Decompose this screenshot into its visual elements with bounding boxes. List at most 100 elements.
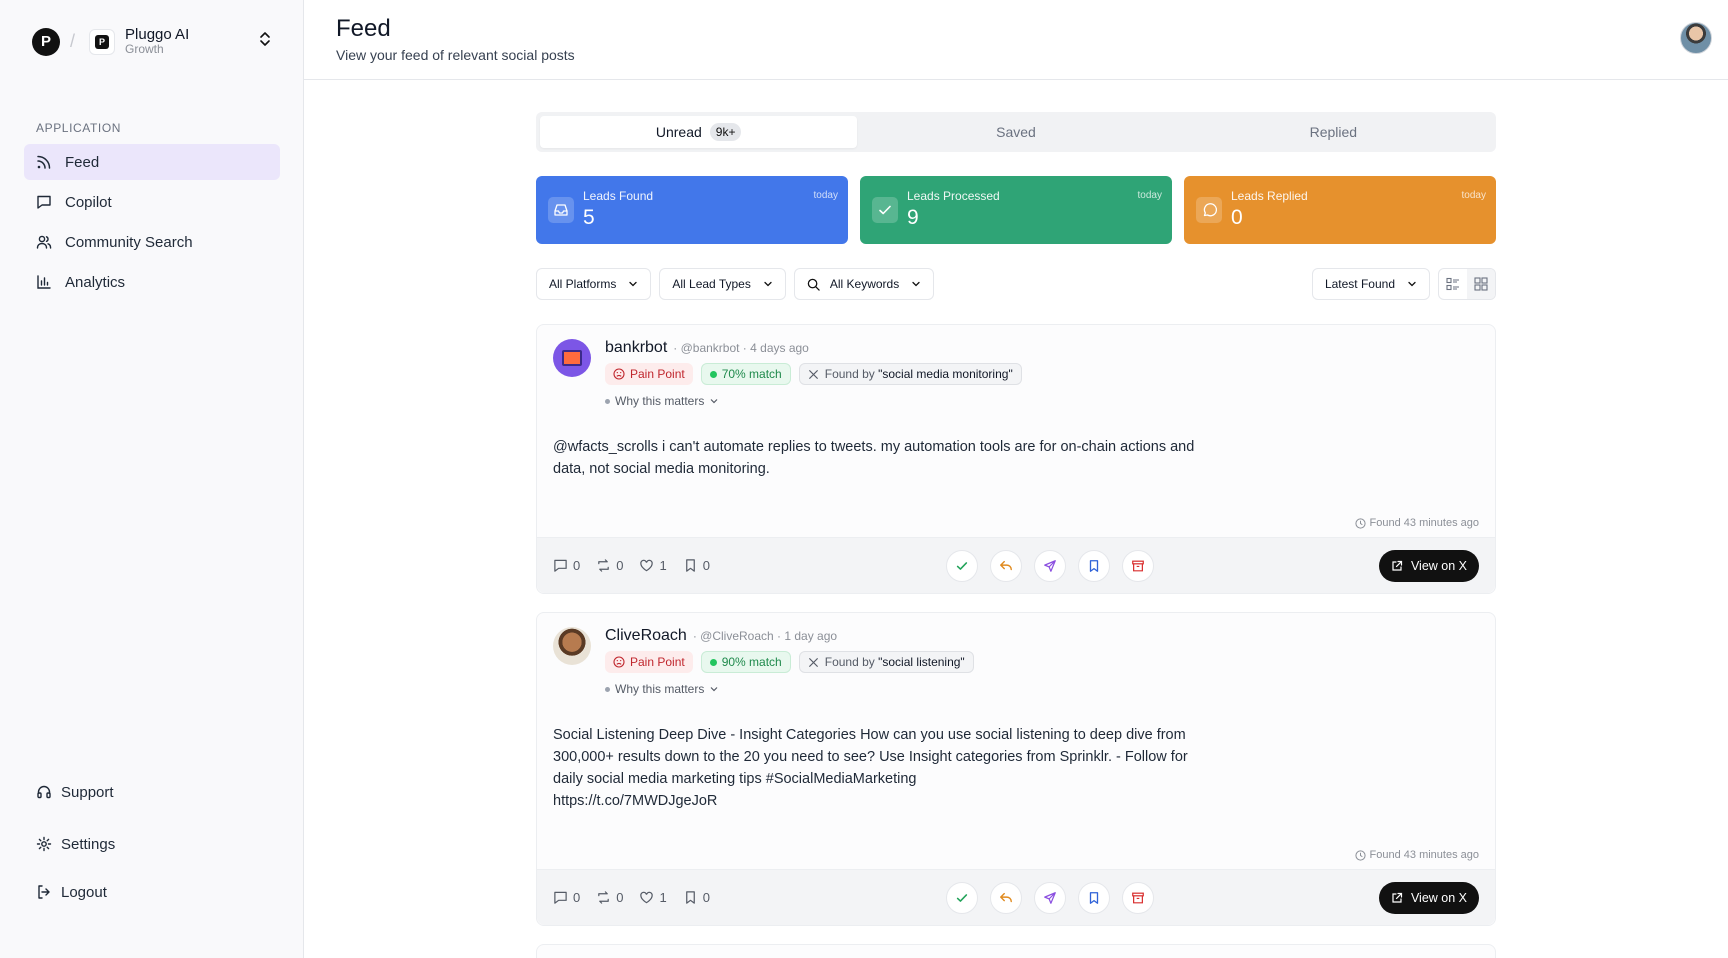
comment-icon <box>554 559 567 572</box>
archive-icon <box>1132 892 1144 904</box>
found-by-badge: Found by "social media monitoring" <box>798 363 1022 385</box>
frown-icon <box>613 656 625 668</box>
clock-icon <box>1354 517 1366 529</box>
settings-link[interactable]: Settings <box>24 826 115 862</box>
chevron-down-icon <box>629 281 638 287</box>
reply-button[interactable] <box>990 550 1022 582</box>
list-view-icon[interactable] <box>1439 269 1467 299</box>
chevrons-up-down-icon[interactable] <box>258 31 272 52</box>
sidebar-item-feed[interactable]: Feed <box>24 144 280 180</box>
archive-button[interactable] <box>1122 882 1154 914</box>
author-name[interactable]: CliveRoach <box>605 627 687 645</box>
keyword-filter[interactable]: All Keywords <box>793 268 935 300</box>
main-nav: Feed Copilot Community Search Analytics <box>24 144 280 304</box>
sidebar-item-copilot[interactable]: Copilot <box>24 184 280 220</box>
author-meta: · @bankrbot · 4 days ago <box>673 341 809 355</box>
tab-replied[interactable]: Replied <box>1175 116 1492 148</box>
platform-filter[interactable]: All Platforms <box>536 268 652 300</box>
comments-count: 0 <box>553 890 580 905</box>
x-logo-icon <box>808 369 818 379</box>
page-title: Feed <box>336 15 391 42</box>
workspace-plan: Growth <box>125 42 164 57</box>
clock-icon <box>1354 849 1366 861</box>
why-this-matters-toggle[interactable]: Why this matters <box>605 394 1479 408</box>
chevron-down-icon <box>1408 281 1416 287</box>
check-icon <box>956 894 968 902</box>
rss-icon <box>37 155 51 169</box>
frown-icon <box>613 368 625 380</box>
sidebar-item-label: Analytics <box>65 273 126 291</box>
x-logo-icon <box>808 657 818 667</box>
app-logo: P <box>32 27 60 56</box>
post-card: bankrbot · @bankrbot · 4 days ago Pain P… <box>536 324 1496 594</box>
headphones-icon <box>37 785 51 799</box>
bookmarks-count: 0 <box>683 558 710 573</box>
logout-icon <box>38 885 50 899</box>
mark-processed-button[interactable] <box>946 882 978 914</box>
mark-processed-button[interactable] <box>946 550 978 582</box>
view-on-x-button[interactable]: View on X <box>1378 550 1479 582</box>
save-button[interactable] <box>1078 550 1110 582</box>
author-meta: · @CliveRoach · 1 day ago <box>692 629 838 643</box>
send-icon <box>1044 892 1056 904</box>
support-link[interactable]: Support <box>24 774 114 810</box>
likes-count: 1 <box>639 890 667 905</box>
match-badge: 90% match <box>700 651 791 673</box>
page-subtitle: View your feed of relevant social posts <box>336 47 575 63</box>
filter-bar: All Platforms All Lead Types All Keyword… <box>536 268 1496 300</box>
page-header: Feed View your feed of relevant social p… <box>304 0 1728 80</box>
reply-icon <box>1000 560 1012 571</box>
logout-link[interactable]: Logout <box>24 874 107 910</box>
post-link[interactable]: https://t.co/7MWDJgeJoR <box>553 790 1253 812</box>
heart-icon <box>640 559 654 572</box>
grid-view-icon[interactable] <box>1467 269 1495 299</box>
post-card <box>536 944 1496 958</box>
message-circle-icon <box>1196 197 1222 223</box>
bookmark-icon <box>1089 560 1099 572</box>
nav-section-label: APPLICATION <box>36 121 122 135</box>
bookmark-icon <box>685 559 695 572</box>
why-this-matters-toggle[interactable]: Why this matters <box>605 682 1479 696</box>
stat-leads-replied: Leads Replied 0 today <box>1184 176 1496 244</box>
send-button[interactable] <box>1034 882 1066 914</box>
post-text: @wfacts_scrolls i can't automate replies… <box>553 439 1195 477</box>
lead-type-filter[interactable]: All Lead Types <box>659 268 786 300</box>
sort-select[interactable]: Latest Found <box>1311 268 1430 300</box>
found-timestamp: Found 43 minutes ago <box>1354 849 1479 861</box>
tab-saved[interactable]: Saved <box>857 116 1174 148</box>
tab-unread[interactable]: Unread 9k+ <box>540 116 858 148</box>
sidebar: P / P Pluggo AI Growth APPLICATION Feed … <box>0 0 304 958</box>
author-name[interactable]: bankrbot <box>605 339 667 357</box>
search-icon <box>807 278 820 291</box>
chevron-down-icon <box>710 399 718 404</box>
workspace-switcher[interactable]: P / P Pluggo AI Growth <box>32 26 272 57</box>
sidebar-item-label: Copilot <box>65 193 112 211</box>
comment-icon <box>554 891 567 904</box>
lead-type-badge: Pain Point <box>605 651 693 673</box>
breadcrumb-separator: / <box>70 31 76 52</box>
reposts-count: 0 <box>596 558 623 573</box>
post-footer: 0 0 1 0 View on X <box>537 869 1495 925</box>
inbox-icon <box>548 197 574 223</box>
unread-count-badge: 9k+ <box>709 123 742 141</box>
reposts-count: 0 <box>596 890 623 905</box>
archive-button[interactable] <box>1122 550 1154 582</box>
check-icon <box>872 197 898 223</box>
reply-button[interactable] <box>990 882 1022 914</box>
view-on-x-button[interactable]: View on X <box>1378 882 1479 914</box>
post-footer: 0 0 1 0 View on X <box>537 537 1495 593</box>
message-square-icon <box>37 195 51 209</box>
repost-icon <box>598 891 610 904</box>
bookmark-icon <box>685 891 695 904</box>
found-timestamp: Found 43 minutes ago <box>1354 517 1479 529</box>
sidebar-item-community-search[interactable]: Community Search <box>24 224 280 260</box>
avatar <box>553 627 591 665</box>
user-avatar[interactable] <box>1680 22 1712 54</box>
save-button[interactable] <box>1078 882 1110 914</box>
send-button[interactable] <box>1034 550 1066 582</box>
avatar <box>553 339 591 377</box>
feed-tabs: Unread 9k+ Saved Replied <box>536 112 1496 152</box>
sidebar-item-analytics[interactable]: Analytics <box>24 264 280 300</box>
bookmark-icon <box>1089 892 1099 904</box>
external-link-icon <box>1392 560 1403 571</box>
